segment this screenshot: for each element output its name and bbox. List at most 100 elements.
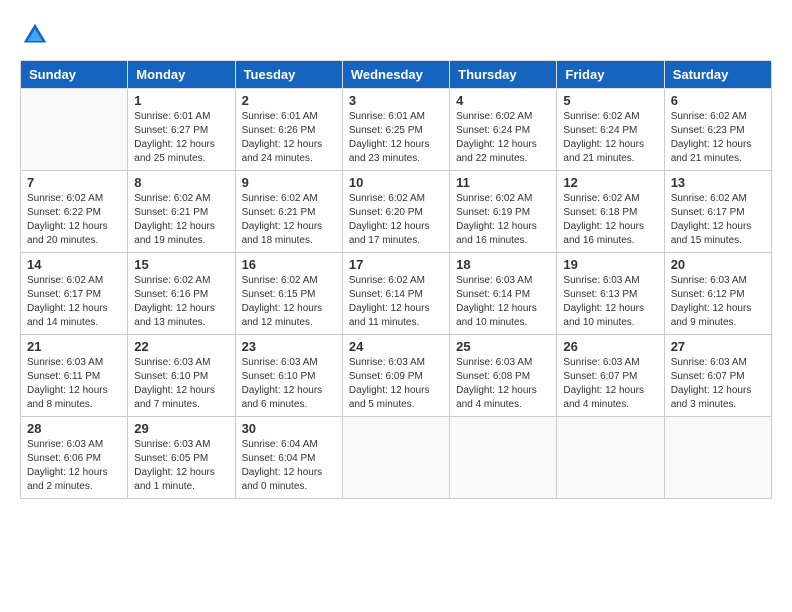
day-detail: Sunrise: 6:02 AM Sunset: 6:17 PM Dayligh… [671, 192, 765, 248]
day-detail: Sunrise: 6:02 AM Sunset: 6:20 PM Dayligh… [349, 192, 443, 248]
weekday-header-monday: Monday [128, 61, 235, 89]
day-number: 20 [671, 257, 765, 272]
day-detail: Sunrise: 6:03 AM Sunset: 6:13 PM Dayligh… [563, 274, 657, 330]
weekday-header-friday: Friday [557, 61, 664, 89]
calendar-table: SundayMondayTuesdayWednesdayThursdayFrid… [20, 60, 772, 499]
calendar-cell: 21 Sunrise: 6:03 AM Sunset: 6:11 PM Dayli… [21, 335, 128, 417]
weekday-header-tuesday: Tuesday [235, 61, 342, 89]
day-detail: Sunrise: 6:03 AM Sunset: 6:07 PM Dayligh… [563, 356, 657, 412]
calendar-cell: 27 Sunrise: 6:03 AM Sunset: 6:07 PM Dayli… [664, 335, 771, 417]
day-detail: Sunrise: 6:02 AM Sunset: 6:23 PM Dayligh… [671, 110, 765, 166]
day-number: 26 [563, 339, 657, 354]
day-detail: Sunrise: 6:03 AM Sunset: 6:14 PM Dayligh… [456, 274, 550, 330]
weekday-header-saturday: Saturday [664, 61, 771, 89]
calendar-cell [450, 417, 557, 499]
calendar-cell: 23 Sunrise: 6:03 AM Sunset: 6:10 PM Dayli… [235, 335, 342, 417]
calendar-cell [342, 417, 449, 499]
day-detail: Sunrise: 6:01 AM Sunset: 6:27 PM Dayligh… [134, 110, 228, 166]
day-number: 16 [242, 257, 336, 272]
day-number: 23 [242, 339, 336, 354]
logo-icon [20, 20, 50, 50]
calendar-cell: 26 Sunrise: 6:03 AM Sunset: 6:07 PM Dayli… [557, 335, 664, 417]
day-number: 18 [456, 257, 550, 272]
calendar-cell: 1 Sunrise: 6:01 AM Sunset: 6:27 PM Daylig… [128, 89, 235, 171]
calendar-week-1: 1 Sunrise: 6:01 AM Sunset: 6:27 PM Daylig… [21, 89, 772, 171]
day-number: 12 [563, 175, 657, 190]
day-number: 2 [242, 93, 336, 108]
day-detail: Sunrise: 6:02 AM Sunset: 6:16 PM Dayligh… [134, 274, 228, 330]
calendar-cell [664, 417, 771, 499]
day-number: 9 [242, 175, 336, 190]
weekday-header-wednesday: Wednesday [342, 61, 449, 89]
day-detail: Sunrise: 6:01 AM Sunset: 6:25 PM Dayligh… [349, 110, 443, 166]
day-detail: Sunrise: 6:02 AM Sunset: 6:15 PM Dayligh… [242, 274, 336, 330]
day-number: 10 [349, 175, 443, 190]
day-detail: Sunrise: 6:02 AM Sunset: 6:14 PM Dayligh… [349, 274, 443, 330]
day-detail: Sunrise: 6:02 AM Sunset: 6:21 PM Dayligh… [134, 192, 228, 248]
calendar-cell: 15 Sunrise: 6:02 AM Sunset: 6:16 PM Dayli… [128, 253, 235, 335]
day-detail: Sunrise: 6:02 AM Sunset: 6:22 PM Dayligh… [27, 192, 121, 248]
weekday-header-thursday: Thursday [450, 61, 557, 89]
day-number: 30 [242, 421, 336, 436]
calendar-cell: 16 Sunrise: 6:02 AM Sunset: 6:15 PM Dayli… [235, 253, 342, 335]
day-detail: Sunrise: 6:03 AM Sunset: 6:12 PM Dayligh… [671, 274, 765, 330]
day-number: 5 [563, 93, 657, 108]
weekday-header-sunday: Sunday [21, 61, 128, 89]
calendar-cell: 20 Sunrise: 6:03 AM Sunset: 6:12 PM Dayli… [664, 253, 771, 335]
day-detail: Sunrise: 6:03 AM Sunset: 6:05 PM Dayligh… [134, 438, 228, 494]
day-detail: Sunrise: 6:02 AM Sunset: 6:17 PM Dayligh… [27, 274, 121, 330]
calendar-cell: 22 Sunrise: 6:03 AM Sunset: 6:10 PM Dayli… [128, 335, 235, 417]
day-detail: Sunrise: 6:02 AM Sunset: 6:19 PM Dayligh… [456, 192, 550, 248]
day-number: 29 [134, 421, 228, 436]
day-number: 27 [671, 339, 765, 354]
calendar-cell: 29 Sunrise: 6:03 AM Sunset: 6:05 PM Dayli… [128, 417, 235, 499]
calendar-cell: 6 Sunrise: 6:02 AM Sunset: 6:23 PM Daylig… [664, 89, 771, 171]
day-detail: Sunrise: 6:03 AM Sunset: 6:08 PM Dayligh… [456, 356, 550, 412]
day-detail: Sunrise: 6:03 AM Sunset: 6:10 PM Dayligh… [134, 356, 228, 412]
day-detail: Sunrise: 6:01 AM Sunset: 6:26 PM Dayligh… [242, 110, 336, 166]
calendar-cell: 12 Sunrise: 6:02 AM Sunset: 6:18 PM Dayli… [557, 171, 664, 253]
calendar-week-4: 21 Sunrise: 6:03 AM Sunset: 6:11 PM Dayli… [21, 335, 772, 417]
day-detail: Sunrise: 6:02 AM Sunset: 6:24 PM Dayligh… [563, 110, 657, 166]
day-detail: Sunrise: 6:03 AM Sunset: 6:11 PM Dayligh… [27, 356, 121, 412]
day-detail: Sunrise: 6:03 AM Sunset: 6:06 PM Dayligh… [27, 438, 121, 494]
day-detail: Sunrise: 6:04 AM Sunset: 6:04 PM Dayligh… [242, 438, 336, 494]
day-number: 14 [27, 257, 121, 272]
calendar-week-2: 7Sunrise: 6:02 AM Sunset: 6:22 PM Daylig… [21, 171, 772, 253]
day-number: 22 [134, 339, 228, 354]
calendar-cell: 10 Sunrise: 6:02 AM Sunset: 6:20 PM Dayli… [342, 171, 449, 253]
day-number: 1 [134, 93, 228, 108]
calendar-cell: 17 Sunrise: 6:02 AM Sunset: 6:14 PM Dayli… [342, 253, 449, 335]
calendar-cell: 14 Sunrise: 6:02 AM Sunset: 6:17 PM Dayli… [21, 253, 128, 335]
day-detail: Sunrise: 6:03 AM Sunset: 6:10 PM Dayligh… [242, 356, 336, 412]
day-number: 28 [27, 421, 121, 436]
day-number: 6 [671, 93, 765, 108]
calendar-cell: 28 Sunrise: 6:03 AM Sunset: 6:06 PM Dayli… [21, 417, 128, 499]
weekday-header-row: SundayMondayTuesdayWednesdayThursdayFrid… [21, 61, 772, 89]
calendar-cell: 3 Sunrise: 6:01 AM Sunset: 6:25 PM Daylig… [342, 89, 449, 171]
calendar-cell: 11Sunrise: 6:02 AM Sunset: 6:19 PM Dayli… [450, 171, 557, 253]
calendar-cell: 18 Sunrise: 6:03 AM Sunset: 6:14 PM Dayli… [450, 253, 557, 335]
day-detail: Sunrise: 6:02 AM Sunset: 6:21 PM Dayligh… [242, 192, 336, 248]
day-number: 3 [349, 93, 443, 108]
calendar-cell [21, 89, 128, 171]
day-number: 24 [349, 339, 443, 354]
day-number: 21 [27, 339, 121, 354]
day-number: 15 [134, 257, 228, 272]
calendar-cell: 30 Sunrise: 6:04 AM Sunset: 6:04 PM Dayli… [235, 417, 342, 499]
day-detail: Sunrise: 6:03 AM Sunset: 6:09 PM Dayligh… [349, 356, 443, 412]
day-detail: Sunrise: 6:03 AM Sunset: 6:07 PM Dayligh… [671, 356, 765, 412]
calendar-cell: 25 Sunrise: 6:03 AM Sunset: 6:08 PM Dayli… [450, 335, 557, 417]
calendar-cell [557, 417, 664, 499]
calendar-cell: 9 Sunrise: 6:02 AM Sunset: 6:21 PM Daylig… [235, 171, 342, 253]
calendar-cell: 4Sunrise: 6:02 AM Sunset: 6:24 PM Daylig… [450, 89, 557, 171]
calendar-cell: 19Sunrise: 6:03 AM Sunset: 6:13 PM Dayli… [557, 253, 664, 335]
calendar-week-3: 14 Sunrise: 6:02 AM Sunset: 6:17 PM Dayli… [21, 253, 772, 335]
day-detail: Sunrise: 6:02 AM Sunset: 6:24 PM Dayligh… [456, 110, 550, 166]
day-detail: Sunrise: 6:02 AM Sunset: 6:18 PM Dayligh… [563, 192, 657, 248]
calendar-week-5: 28 Sunrise: 6:03 AM Sunset: 6:06 PM Dayli… [21, 417, 772, 499]
day-number: 25 [456, 339, 550, 354]
page-header [20, 20, 772, 50]
calendar-cell: 24 Sunrise: 6:03 AM Sunset: 6:09 PM Dayli… [342, 335, 449, 417]
day-number: 17 [349, 257, 443, 272]
